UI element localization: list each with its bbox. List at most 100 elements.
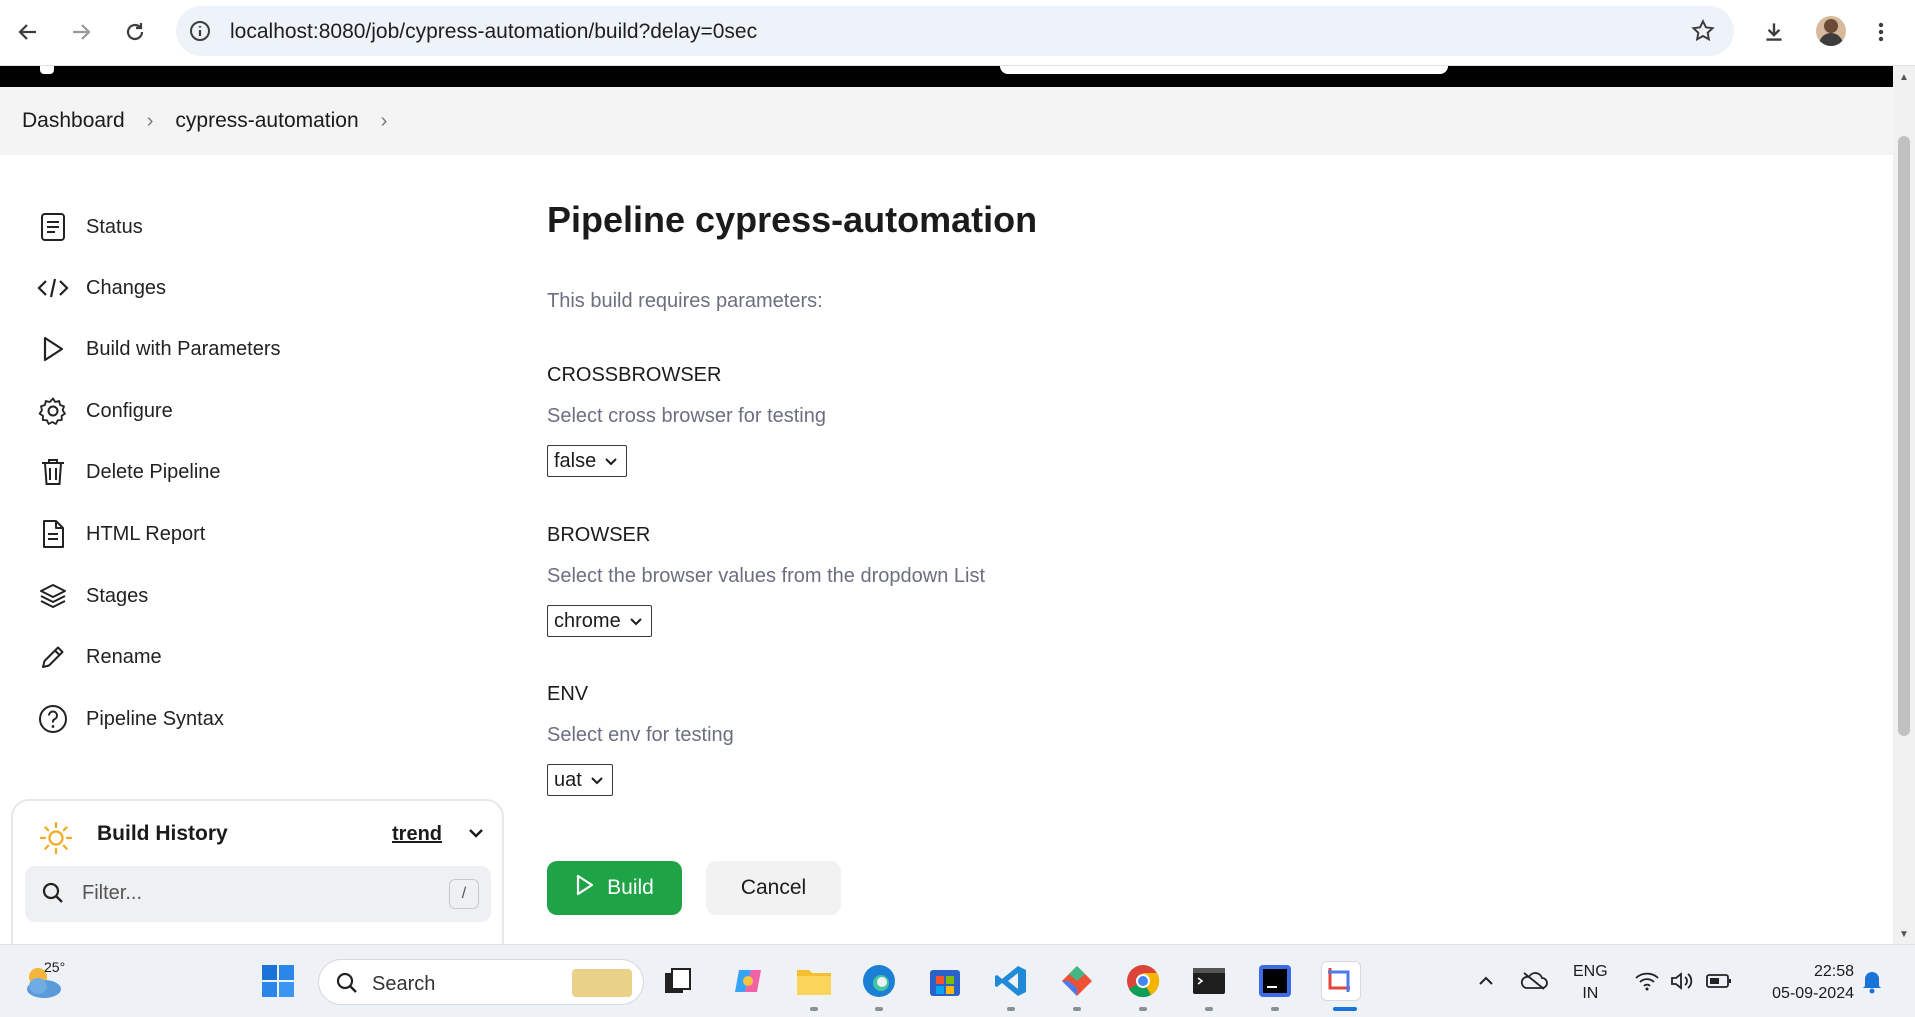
- volume-icon[interactable]: [1662, 961, 1702, 1001]
- crossbrowser-select[interactable]: false: [547, 445, 628, 477]
- edge-browser-icon[interactable]: [859, 961, 899, 1001]
- running-indicator: [1205, 1007, 1213, 1011]
- bookmark-star-icon[interactable]: [1690, 18, 1716, 49]
- code-icon: [36, 271, 70, 305]
- input-language[interactable]: ENG IN: [1573, 961, 1608, 1005]
- copilot-icon[interactable]: [728, 961, 768, 1001]
- weather-widget[interactable]: 25°: [22, 959, 66, 1003]
- intro-text: This build requires parameters:: [547, 290, 823, 312]
- build-button[interactable]: Build: [547, 861, 682, 915]
- sidebar-item-html-report[interactable]: HTML Report: [36, 516, 205, 552]
- cancel-button-label: Cancel: [740, 876, 807, 899]
- keyboard-shortcut-hint: /: [449, 879, 479, 909]
- running-indicator: [1007, 1007, 1015, 1011]
- sidebar-item-stages[interactable]: Stages: [36, 578, 148, 614]
- breadcrumb-separator[interactable]: ›: [381, 110, 388, 133]
- build-history-filter-input[interactable]: Filter... /: [25, 866, 491, 922]
- help-icon: [36, 702, 70, 736]
- microsoft-store-icon[interactable]: [925, 961, 965, 1001]
- param-description-env: Select env for testing: [547, 724, 734, 746]
- download-icon[interactable]: [1756, 14, 1792, 50]
- search-icon: [335, 971, 359, 1000]
- jenkins-logo[interactable]: [40, 66, 54, 74]
- trend-link[interactable]: trend: [392, 823, 442, 846]
- sidebar-item-label: Rename: [86, 645, 162, 668]
- clock-date: 05-09-2024: [1772, 985, 1854, 1002]
- sidebar-item-status[interactable]: Status: [36, 209, 143, 245]
- chevron-up-icon[interactable]: [1466, 961, 1506, 1001]
- param-description-browser: Select the browser values from the dropd…: [547, 565, 985, 587]
- sidebar-item-label: Stages: [86, 584, 149, 607]
- weather-temperature: 25°: [44, 959, 66, 975]
- site-info-icon[interactable]: [188, 19, 212, 48]
- gear-icon: [36, 394, 70, 428]
- reload-icon[interactable]: [117, 14, 153, 50]
- scrollbar-thumb[interactable]: [1898, 136, 1910, 736]
- taskbar-search-label: Search: [372, 973, 436, 995]
- back-icon[interactable]: [10, 14, 46, 50]
- notification-bell-icon[interactable]: [1852, 961, 1892, 1001]
- browser-select[interactable]: chrome: [547, 605, 652, 637]
- param-name-browser: BROWSER: [547, 524, 651, 546]
- search-icon: [41, 881, 65, 910]
- windows-start-icon[interactable]: [258, 961, 298, 1001]
- wifi-icon[interactable]: [1627, 961, 1667, 1001]
- address-bar[interactable]: localhost:8080/job/cypress-automation/bu…: [176, 6, 1734, 56]
- sidebar-item-delete-pipeline[interactable]: Delete Pipeline: [36, 454, 221, 490]
- sidebar-item-pipeline-syntax[interactable]: Pipeline Syntax: [36, 701, 224, 737]
- filter-placeholder: Filter...: [82, 882, 143, 904]
- task-view-icon[interactable]: [658, 961, 698, 1001]
- play-icon: [36, 332, 70, 366]
- url-text[interactable]: localhost:8080/job/cypress-automation/bu…: [230, 20, 757, 44]
- build-history-title: Build History: [97, 822, 228, 845]
- play-icon: [575, 874, 595, 902]
- sidebar-item-label: Build with Parameters: [86, 337, 281, 360]
- system-clock[interactable]: 22:58 05-09-2024: [1756, 961, 1854, 1005]
- sidebar-item-label: Changes: [86, 276, 167, 299]
- taskbar: 25° Search ENG IN 22:58 05-09-2024: [0, 944, 1915, 1017]
- file-explorer-icon[interactable]: [794, 961, 834, 1001]
- scroll-down-icon[interactable]: ▼: [1899, 929, 1909, 940]
- sidebar-item-label: Status: [86, 215, 143, 238]
- chevron-down-icon[interactable]: [466, 823, 486, 848]
- active-indicator: [1333, 1007, 1357, 1011]
- git-icon[interactable]: [1057, 961, 1097, 1001]
- sidebar-item-label: HTML Report: [86, 522, 206, 545]
- onedrive-offline-icon[interactable]: [1514, 961, 1554, 1001]
- select-value: uat: [554, 768, 582, 791]
- sun-icon: [39, 821, 73, 860]
- chevron-down-icon: [590, 769, 604, 792]
- scroll-up-icon[interactable]: ▲: [1899, 72, 1909, 83]
- sidebar-item-configure[interactable]: Configure: [36, 393, 173, 429]
- env-select[interactable]: uat: [547, 764, 613, 796]
- chrome-icon[interactable]: [1123, 961, 1163, 1001]
- page-scrollbar[interactable]: ▲ ▼: [1893, 66, 1915, 944]
- sidebar-item-label: Delete Pipeline: [86, 460, 221, 483]
- param-name-crossbrowser: CROSSBROWSER: [547, 364, 722, 386]
- profile-avatar[interactable]: [1816, 16, 1846, 46]
- terminal-icon[interactable]: [1189, 961, 1229, 1001]
- jenkins-search-box[interactable]: [1000, 66, 1448, 74]
- breadcrumb-dashboard[interactable]: Dashboard: [22, 109, 125, 133]
- sidebar-item-rename[interactable]: Rename: [36, 639, 162, 675]
- forward-icon[interactable]: [63, 14, 99, 50]
- taskbar-search[interactable]: Search: [318, 959, 644, 1005]
- snipping-tool-icon[interactable]: [1321, 961, 1361, 1001]
- page-title: Pipeline cypress-automation: [547, 199, 1038, 240]
- sidebar-item-changes[interactable]: Changes: [36, 270, 166, 306]
- intellij-icon[interactable]: [1255, 961, 1295, 1001]
- running-indicator: [875, 1007, 883, 1011]
- browser-toolbar: localhost:8080/job/cypress-automation/bu…: [0, 0, 1915, 66]
- chevron-down-icon: [629, 610, 643, 633]
- sidebar-item-build-with-parameters[interactable]: Build with Parameters: [36, 331, 281, 367]
- region-code: IN: [1582, 985, 1599, 1002]
- browser-menu-icon[interactable]: [1863, 14, 1899, 50]
- vscode-icon[interactable]: [991, 961, 1031, 1001]
- sidebar-item-label: Configure: [86, 399, 173, 422]
- running-indicator: [1139, 1007, 1147, 1011]
- cancel-button[interactable]: Cancel: [706, 861, 841, 915]
- battery-icon[interactable]: [1699, 961, 1739, 1001]
- param-description-crossbrowser: Select cross browser for testing: [547, 405, 826, 427]
- breadcrumb-cypress-automation[interactable]: cypress-automation: [175, 109, 358, 133]
- jenkins-header: [0, 66, 1893, 87]
